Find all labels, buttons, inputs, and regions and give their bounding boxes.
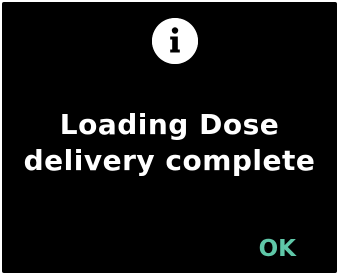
device-screen: Loading Dose delivery complete OK	[2, 2, 337, 273]
message-line-2: delivery complete	[23, 144, 316, 177]
message-line-1: Loading Dose	[59, 108, 280, 141]
info-icon	[152, 18, 198, 64]
ok-button[interactable]: OK	[259, 236, 296, 262]
status-message: Loading Dose delivery complete	[2, 107, 337, 179]
